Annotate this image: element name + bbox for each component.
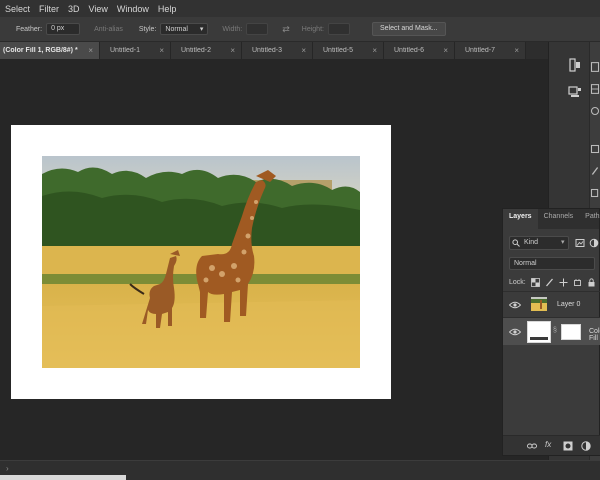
tab-color-fill[interactable]: (Color Fill 1, RGB/8#) * × <box>0 42 100 59</box>
style-label: Style: <box>138 25 157 33</box>
search-icon <box>512 239 520 247</box>
close-icon[interactable]: × <box>443 46 448 55</box>
horizontal-scrollbar[interactable] <box>0 475 126 480</box>
tab-label: Untitled-1 <box>110 47 140 54</box>
tab-label: (Color Fill 1, RGB/8#) * <box>3 47 78 54</box>
grid-icon[interactable] <box>588 82 600 96</box>
tab-paths[interactable]: Paths <box>579 209 600 229</box>
layers-panel-footer: fx <box>503 435 600 455</box>
lock-transparent-icon[interactable] <box>531 278 540 287</box>
layer-name: Color Fill 1 <box>589 328 600 342</box>
lock-position-icon[interactable] <box>559 278 568 287</box>
menu-filter[interactable]: Filter <box>39 4 59 14</box>
close-icon[interactable]: × <box>372 46 377 55</box>
image-filter-icon[interactable] <box>575 238 585 248</box>
menu-help[interactable]: Help <box>158 4 177 14</box>
lock-pixels-icon[interactable] <box>545 278 554 287</box>
blend-mode-value: Normal <box>514 260 537 267</box>
lock-all-icon[interactable] <box>587 278 596 287</box>
tab-label: Untitled-6 <box>394 47 424 54</box>
tab-untitled-1[interactable]: Untitled-1 × <box>100 42 171 59</box>
add-mask-icon[interactable] <box>563 441 573 451</box>
select-and-mask-button[interactable]: Select and Mask... <box>371 22 446 36</box>
chain-link-icon[interactable]: § <box>553 327 557 334</box>
options-bar: Feather: 0 px Anti-alias Style: Normal ▾… <box>0 17 600 42</box>
tab-label: Untitled-5 <box>323 47 353 54</box>
close-icon[interactable]: × <box>88 46 93 55</box>
blend-mode-select[interactable]: Normal <box>509 257 595 270</box>
chevron-right-icon[interactable]: › <box>6 464 9 473</box>
tab-untitled-2[interactable]: Untitled-2 × <box>171 42 242 59</box>
visibility-eye-icon[interactable] <box>509 328 521 336</box>
height-label: Height: <box>301 25 324 33</box>
adjustment-filter-icon[interactable] <box>589 238 599 248</box>
panel-toggle-icon[interactable] <box>588 60 600 74</box>
lock-artboard-icon[interactable] <box>573 278 582 287</box>
menu-select[interactable]: Select <box>5 4 30 14</box>
style-select[interactable]: Normal ▾ <box>160 23 209 35</box>
close-icon[interactable]: × <box>230 46 235 55</box>
tab-untitled-7[interactable]: Untitled-7 × <box>455 42 526 59</box>
menu-view[interactable]: View <box>89 4 108 14</box>
canvas-area[interactable] <box>0 59 548 459</box>
tab-layers[interactable]: Layers <box>503 209 538 229</box>
menu-window[interactable]: Window <box>117 4 149 14</box>
brush-icon[interactable] <box>588 164 600 178</box>
tab-label: Untitled-2 <box>181 47 211 54</box>
layers-panel: Layers Channels Paths Kind ▾ Normal Lock… <box>502 208 600 456</box>
style-value: Normal <box>165 25 188 33</box>
feather-label: Feather: <box>16 25 43 33</box>
layer-name: Layer 0 <box>557 301 581 308</box>
layer-thumbnail-giraffe <box>531 297 547 311</box>
chevron-down-icon: ▾ <box>561 239 565 246</box>
antialias-label[interactable]: Anti-alias <box>94 26 123 33</box>
lock-label: Lock: <box>509 279 526 286</box>
width-label: Width: <box>222 25 243 33</box>
layer-row-color-fill-1[interactable]: § Color Fill 1 <box>503 317 600 345</box>
close-icon[interactable]: × <box>159 46 164 55</box>
history-icon[interactable] <box>567 57 583 73</box>
chevron-down-icon: ▾ <box>199 26 204 33</box>
tab-label: Untitled-7 <box>465 47 495 54</box>
document-canvas[interactable] <box>11 125 391 399</box>
document-tab-bar: (Color Fill 1, RGB/8#) * × Untitled-1 × … <box>0 42 548 59</box>
close-icon[interactable]: × <box>514 46 519 55</box>
swatches-icon[interactable] <box>588 142 600 156</box>
giraffe-photo-image <box>42 156 360 368</box>
tab-untitled-5[interactable]: Untitled-5 × <box>313 42 384 59</box>
giraffe-photo <box>42 156 360 368</box>
menu-bar: Select Filter 3D View Window Help <box>0 0 600 17</box>
fill-layer-thumbnail <box>527 321 551 343</box>
layers-panel-tabs: Layers Channels Paths <box>503 209 600 229</box>
swap-icon[interactable]: ⇄ <box>282 24 290 35</box>
new-adjustment-icon[interactable] <box>581 441 591 451</box>
width-input[interactable] <box>246 23 269 35</box>
fx-icon[interactable]: fx <box>545 440 551 449</box>
adjustments-icon[interactable] <box>588 104 600 118</box>
clone-icon[interactable] <box>588 186 600 200</box>
close-icon[interactable]: × <box>301 46 306 55</box>
tab-untitled-3[interactable]: Untitled-3 × <box>242 42 313 59</box>
height-input[interactable] <box>327 23 350 35</box>
properties-icon[interactable] <box>567 84 583 100</box>
link-layers-icon[interactable] <box>527 442 537 450</box>
kind-value: Kind <box>524 239 539 246</box>
tab-channels[interactable]: Channels <box>538 209 580 229</box>
menu-3d[interactable]: 3D <box>68 4 80 14</box>
status-bar: › <box>0 460 600 480</box>
layer-row-layer-0[interactable]: Layer 0 <box>503 291 600 317</box>
visibility-eye-icon[interactable] <box>509 301 521 309</box>
tab-label: Untitled-3 <box>252 47 282 54</box>
layer-mask-thumbnail <box>561 324 581 340</box>
tab-untitled-6[interactable]: Untitled-6 × <box>384 42 455 59</box>
feather-input[interactable]: 0 px <box>46 23 81 35</box>
